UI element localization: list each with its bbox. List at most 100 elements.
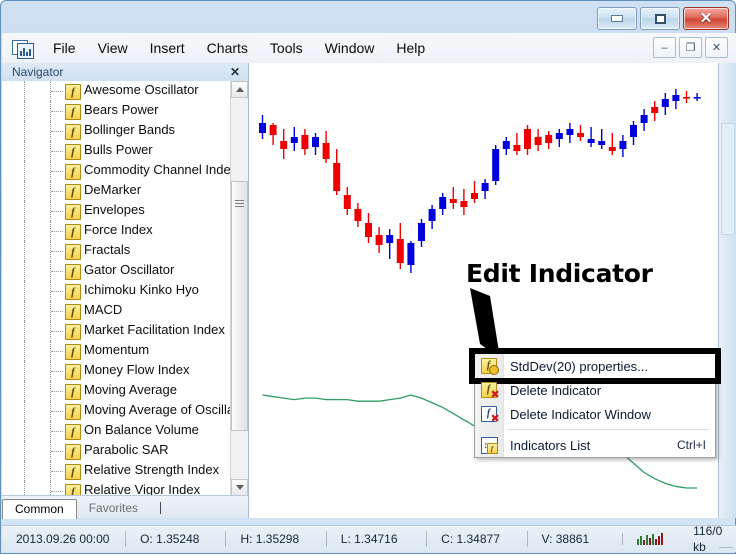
list-item[interactable]: f Money Flow Index (2, 361, 230, 381)
list-item[interactable]: f Moving Average (2, 381, 230, 401)
chart-vertical-scale[interactable] (718, 63, 736, 518)
close-button[interactable]: ✕ (683, 7, 729, 30)
candle-body (290, 137, 298, 143)
list-item[interactable]: f Market Facilitation Index (2, 321, 230, 341)
candle-body (640, 115, 648, 123)
function-icon: f (65, 344, 81, 360)
tree-guide (24, 301, 26, 321)
list-item[interactable]: f Ichimoku Kinko Hyo (2, 281, 230, 301)
tree-guide (50, 481, 52, 496)
list-item[interactable]: f Fractals (2, 241, 230, 261)
list-item[interactable]: f DeMarker (2, 181, 230, 201)
list-item-label: Bulls Power (84, 142, 153, 157)
function-icon: f (65, 404, 81, 420)
menu-file[interactable]: File (42, 37, 87, 59)
tree-guide (24, 361, 26, 381)
status-high: H: 1.35298 (225, 531, 325, 547)
menu-charts[interactable]: Charts (196, 37, 259, 59)
candle-body (418, 223, 425, 241)
menu-item-stddev-properties[interactable]: f StdDev(20) properties... (469, 348, 721, 384)
list-item[interactable]: f Momentum (2, 341, 230, 361)
menu-window[interactable]: Window (314, 37, 386, 59)
candle-body (502, 141, 510, 149)
resize-grip-icon[interactable] (719, 535, 733, 549)
menu-item-indicators-list[interactable]: ↕f Indicators List Ctrl+I (475, 433, 715, 457)
list-item-label: Parabolic SAR (84, 442, 169, 457)
candle-body (333, 163, 341, 191)
menu-view[interactable]: View (87, 37, 139, 59)
chevron-down-icon (235, 485, 244, 490)
mdi-restore-button[interactable]: ❐ (679, 37, 702, 58)
candle-body (630, 125, 637, 137)
function-icon: f (65, 444, 81, 460)
tree-guide (24, 381, 26, 401)
candle-body (492, 149, 500, 181)
function-properties-icon: f (475, 358, 503, 375)
scrollbar-thumb[interactable] (231, 181, 248, 431)
tree-elbow (51, 151, 63, 153)
menu-item-delete-indicator[interactable]: f ✖ Delete Indicator (475, 378, 715, 402)
list-item-label: MACD (84, 302, 123, 317)
list-item[interactable]: f Relative Strength Index (2, 461, 230, 481)
list-item[interactable]: f Bulls Power (2, 141, 230, 161)
list-item[interactable]: f MACD (2, 301, 230, 321)
function-icon: f (65, 244, 81, 260)
mdi-minimize-button[interactable]: – (653, 37, 676, 58)
close-icon: ✕ (699, 10, 713, 27)
function-icon: f (65, 384, 81, 400)
list-item[interactable]: f Parabolic SAR (2, 441, 230, 461)
candle-body (481, 183, 489, 191)
tree-elbow (51, 311, 63, 313)
tree-elbow (51, 231, 63, 233)
navigator-title: Navigator (12, 65, 64, 79)
menu-tools[interactable]: Tools (259, 37, 314, 59)
maximize-button[interactable] (640, 7, 680, 30)
function-icon: f (65, 264, 81, 280)
status-close: C: 1.34877 (426, 531, 526, 547)
list-item-label: Envelopes (84, 202, 145, 217)
tree-guide (24, 341, 26, 361)
minimize-button[interactable] (597, 7, 637, 30)
mdi-close-button[interactable]: ✕ (705, 37, 728, 58)
status-open: O: 1.35248 (125, 531, 225, 547)
tab-common[interactable]: Common (2, 499, 77, 519)
navigator-scrollbar[interactable] (230, 81, 248, 496)
list-item-label: Bollinger Bands (84, 122, 176, 137)
scroll-down-button[interactable] (231, 479, 248, 496)
tree-elbow (51, 131, 63, 133)
tree-elbow (51, 451, 63, 453)
list-item[interactable]: f Commodity Channel Index (2, 161, 237, 181)
function-icon: f (65, 284, 81, 300)
list-item[interactable]: f Awesome Oscillator (2, 81, 230, 101)
candle-body (386, 235, 394, 243)
navigator-close-icon[interactable]: ✕ (226, 64, 244, 80)
list-item[interactable]: f Bollinger Bands (2, 121, 230, 141)
minimize-icon (611, 15, 623, 22)
tree-guide (24, 161, 26, 181)
list-item[interactable]: f Bears Power (2, 101, 230, 121)
list-item[interactable]: f Moving Average of Oscillat (2, 401, 238, 421)
function-icon: f (65, 324, 81, 340)
scroll-up-button[interactable] (231, 81, 248, 98)
chart-scroll-thumb[interactable] (721, 123, 735, 235)
tree-elbow (51, 191, 63, 193)
list-item[interactable]: f Force Index (2, 221, 230, 241)
candle-body (683, 97, 690, 99)
menu-item-delete-indicator-window[interactable]: f ✖ Delete Indicator Window (475, 402, 715, 426)
list-item[interactable]: f Envelopes (2, 201, 230, 221)
scrollbar-grip-icon (235, 200, 244, 209)
tree-guide (24, 461, 26, 481)
menu-insert[interactable]: Insert (139, 37, 196, 59)
candle-body (545, 135, 553, 143)
candle-body (598, 141, 606, 145)
list-item[interactable]: f Relative Vigor Index (2, 481, 230, 496)
menu-help[interactable]: Help (385, 37, 436, 59)
list-item[interactable]: f Gator Oscillator (2, 261, 230, 281)
tab-favorites[interactable]: Favorites (77, 499, 150, 518)
navigator-list[interactable]: f Awesome Oscillator f Bears Power f Bollinge… (2, 81, 248, 496)
list-item[interactable]: f On Balance Volume (2, 421, 230, 441)
candle-body (428, 209, 436, 221)
candle-body (322, 143, 330, 159)
function-icon: f (65, 124, 81, 140)
indicator-context-menu[interactable]: f StdDev(20) properties... f ✖ Delete Ind… (469, 348, 721, 458)
